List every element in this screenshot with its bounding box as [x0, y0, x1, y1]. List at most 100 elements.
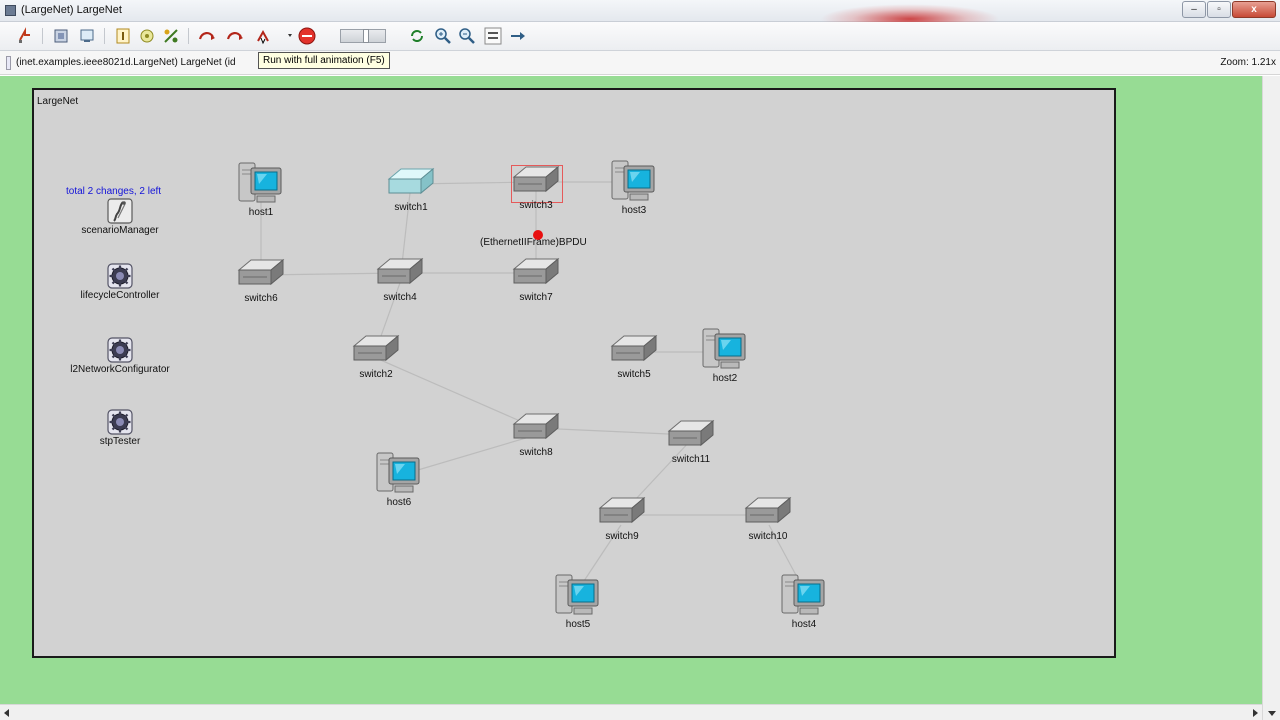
switch-icon: [376, 257, 424, 291]
labels-icon[interactable]: [484, 27, 502, 45]
host-icon: [375, 450, 423, 496]
node-switch3[interactable]: switch3: [508, 165, 564, 211]
node-switch8[interactable]: switch8: [508, 412, 564, 458]
rebuild-icon[interactable]: [408, 27, 426, 45]
scroll-right-icon[interactable]: [1253, 709, 1258, 717]
zoom-level: Zoom: 1.21x: [1220, 57, 1276, 68]
module-lifecycle-controller[interactable]: lifecycleController: [72, 263, 168, 301]
node-label: switch3: [519, 200, 553, 211]
close-button[interactable]: x: [1232, 1, 1276, 18]
node-label: host4: [791, 619, 817, 630]
run-icon[interactable]: [198, 27, 216, 45]
load-config-icon[interactable]: [16, 27, 34, 45]
node-switch1[interactable]: switch1: [383, 167, 439, 213]
node-switch6[interactable]: switch6: [233, 258, 289, 304]
title-bar: (LargeNet) LargeNet – ▫ x: [0, 0, 1280, 34]
host-icon: [610, 158, 658, 204]
module-scenario-manager[interactable]: scenarioManager: [72, 198, 168, 236]
node-switch5[interactable]: switch5: [606, 334, 662, 380]
network-overview-icon[interactable]: [52, 27, 70, 45]
host-icon: [554, 572, 602, 618]
zoom-out-icon[interactable]: [458, 27, 476, 45]
node-switch2[interactable]: switch2: [348, 334, 404, 380]
toolbar: [0, 22, 1280, 51]
node-switch7[interactable]: switch7: [508, 257, 564, 303]
node-label: switch9: [605, 531, 639, 542]
module-label: l2NetworkConfigurator: [70, 364, 170, 375]
node-label: host6: [386, 497, 412, 508]
module-path: (inet.examples.ieee8021d.LargeNet) Large…: [16, 57, 236, 68]
gear-icon: [107, 337, 133, 363]
step-icon[interactable]: [114, 27, 132, 45]
node-host1[interactable]: host1: [233, 160, 289, 218]
switch-icon: [512, 165, 560, 199]
arrow-icon[interactable]: [508, 27, 526, 45]
pause-icon[interactable]: [138, 27, 156, 45]
node-label: switch5: [617, 369, 651, 380]
module-l2-network-configurator[interactable]: l2NetworkConfigurator: [60, 337, 180, 375]
switch-icon: [352, 334, 400, 368]
packet-label: (EthernetIIFrame)BPDU: [480, 237, 587, 248]
speed-slider[interactable]: [340, 29, 386, 43]
stop-icon[interactable]: [298, 27, 316, 45]
switch-icon: [237, 258, 285, 292]
module-label: scenarioManager: [81, 225, 159, 236]
node-label: host5: [565, 619, 591, 630]
node-label: host2: [712, 373, 738, 384]
gear-icon: [107, 263, 133, 289]
switch-icon: [512, 412, 560, 446]
info-bar: (inet.examples.ieee8021d.LargeNet) Large…: [0, 51, 1280, 75]
app-icon: [5, 5, 16, 16]
window-title: (LargeNet) LargeNet: [21, 4, 122, 16]
host-icon: [780, 572, 828, 618]
vertical-scrollbar[interactable]: [1262, 76, 1280, 720]
node-label: switch1: [394, 202, 428, 213]
scenario-changes-text: total 2 changes, 2 left: [66, 186, 162, 197]
maximize-button[interactable]: ▫: [1207, 1, 1231, 18]
node-label: switch11: [671, 454, 711, 465]
minimize-button[interactable]: –: [1182, 1, 1206, 18]
module-label: lifecycleController: [80, 290, 160, 301]
module-icon: [6, 56, 11, 70]
inspect-object-icon[interactable]: [78, 27, 96, 45]
node-host5[interactable]: host5: [550, 572, 606, 630]
packet-dot[interactable]: [533, 230, 543, 240]
horizontal-scrollbar[interactable]: [0, 704, 1262, 720]
host-icon: [237, 160, 285, 206]
node-switch11[interactable]: switch11: [663, 419, 719, 465]
slider-knob[interactable]: [363, 29, 369, 43]
node-host4[interactable]: host4: [776, 572, 832, 630]
fast-icon[interactable]: [162, 27, 180, 45]
scroll-down-icon[interactable]: [1268, 711, 1276, 716]
scenario-manager-icon: [107, 198, 133, 224]
node-switch9[interactable]: switch9: [594, 496, 650, 542]
switch-icon: [667, 419, 715, 453]
tooltip: Run with full animation (F5): [258, 52, 390, 69]
node-switch4[interactable]: switch4: [372, 257, 428, 303]
switch-icon: [512, 257, 560, 291]
host-icon: [701, 326, 749, 372]
node-label: switch8: [519, 447, 553, 458]
node-label: switch7: [519, 292, 553, 303]
switch-icon: [744, 496, 792, 530]
gear-icon: [107, 409, 133, 435]
node-label: host1: [248, 207, 274, 218]
node-label: switch10: [748, 531, 788, 542]
zoom-in-icon[interactable]: [434, 27, 452, 45]
node-label: switch2: [359, 369, 393, 380]
node-label: host3: [621, 205, 647, 216]
express-run-icon[interactable]: [226, 27, 244, 45]
scroll-left-icon[interactable]: [4, 709, 9, 717]
node-host2[interactable]: host2: [697, 326, 753, 384]
switch-icon: [598, 496, 646, 530]
switch-icon: [610, 334, 658, 368]
module-stp-tester[interactable]: stpTester: [72, 409, 168, 447]
node-label: switch4: [383, 292, 417, 303]
node-host6[interactable]: host6: [371, 450, 427, 508]
switch-highlighted-icon: [387, 167, 435, 201]
module-label: stpTester: [99, 436, 141, 447]
node-host3[interactable]: host3: [606, 158, 662, 216]
network-canvas[interactable]: LargeNet total 2 changes, 2 left scenari…: [32, 88, 1116, 658]
run-full-animation-icon[interactable]: [254, 27, 272, 45]
node-switch10[interactable]: switch10: [740, 496, 796, 542]
